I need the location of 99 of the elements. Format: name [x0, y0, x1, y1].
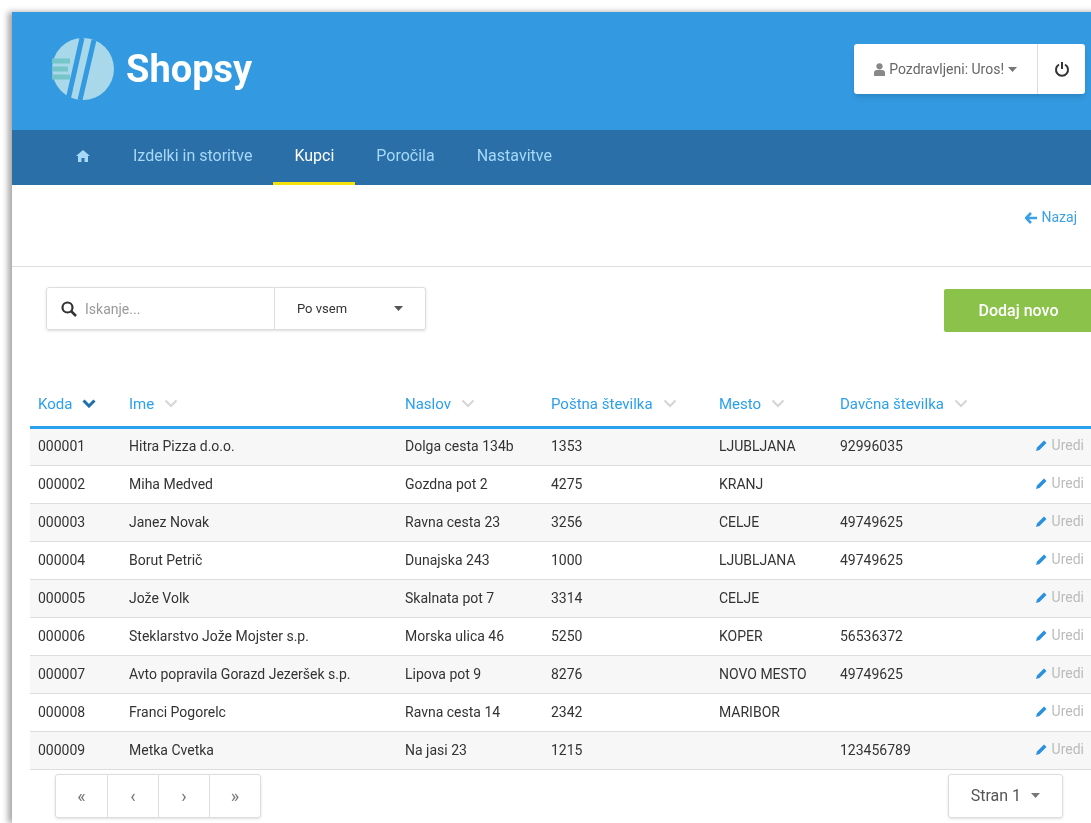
pencil-icon [1034, 439, 1048, 452]
edit-link[interactable]: Uredi [1034, 586, 1084, 608]
nav-tab[interactable]: Nastavitve [455, 130, 573, 185]
table-cell: Na jasi 23 [405, 741, 467, 758]
table-cell: 000007 [38, 665, 86, 682]
table-cell: 8276 [551, 665, 583, 682]
edit-link[interactable]: Uredi [1034, 548, 1084, 570]
table-cell: Ravna cesta 14 [405, 703, 501, 720]
table-cell: 000001 [38, 438, 86, 454]
pagination-button[interactable]: « [56, 774, 107, 817]
table-cell: LJUBLJANA [719, 438, 796, 454]
search-field[interactable]: Iskanje... [46, 287, 275, 330]
add-new-button[interactable]: Dodaj novo [944, 289, 1091, 332]
pencil-icon [1034, 476, 1048, 490]
pagination-button[interactable]: ‹ [107, 774, 158, 817]
edit-link[interactable]: Uredi [1034, 624, 1084, 646]
table-cell: 5250 [551, 627, 583, 644]
pencil-icon [1034, 704, 1048, 718]
user-icon [874, 62, 886, 76]
table-cell: 1215 [551, 741, 583, 758]
logo-icon [50, 36, 116, 102]
table-cell: Franci Pogorelc [129, 703, 226, 720]
table-cell: 2342 [551, 703, 583, 720]
table-cell: KRANJ [719, 475, 764, 492]
table-cell: Dolga cesta 134b [405, 438, 514, 454]
pencil-icon [1034, 628, 1048, 642]
edit-link[interactable]: Uredi [1034, 510, 1084, 532]
search-icon [61, 300, 77, 317]
edit-link[interactable]: Uredi [1034, 435, 1084, 456]
table-cell: 3314 [551, 589, 583, 606]
column-header[interactable]: Davčna številka [840, 392, 944, 415]
table-cell: 000009 [38, 741, 86, 758]
table-cell: Janez Novak [129, 513, 210, 530]
column-header[interactable]: Mesto [719, 392, 762, 415]
table-cell: Miha Medved [129, 475, 213, 492]
edit-link[interactable]: Uredi [1034, 472, 1084, 494]
table-cell: 3256 [551, 513, 583, 530]
pencil-icon [1034, 590, 1048, 604]
table-cell: Lipova pot 9 [405, 665, 482, 682]
table-cell: 000004 [38, 551, 86, 568]
table-cell: 1000 [551, 551, 583, 568]
home-icon [75, 149, 91, 163]
chevron-down-icon[interactable] [82, 399, 97, 409]
power-icon [1053, 61, 1070, 77]
table-cell: 56536372 [840, 627, 903, 644]
table-cell: Skalnata pot 7 [405, 589, 495, 606]
table-cell: NOVO MESTO [719, 665, 807, 682]
column-header[interactable]: Koda [38, 392, 73, 415]
table-cell: 000003 [38, 513, 86, 530]
table-cell: Borut Petrič [129, 551, 203, 568]
edit-link[interactable]: Uredi [1034, 738, 1084, 760]
table-cell: KOPER [719, 627, 763, 644]
table-cell: CELJE [719, 589, 760, 606]
nav-tab[interactable]: Kupci [273, 130, 356, 185]
table-cell: 92996035 [840, 438, 903, 454]
table-cell: 49749625 [840, 665, 903, 682]
table-cell: 49749625 [840, 551, 903, 568]
pencil-icon [1034, 514, 1048, 528]
column-header[interactable]: Ime [129, 392, 155, 415]
edit-link[interactable]: Uredi [1034, 700, 1084, 722]
pencil-icon [1034, 666, 1048, 680]
table-cell: Hitra Pizza d.o.o. [129, 438, 235, 454]
table-cell: 000005 [38, 589, 86, 606]
table-cell: CELJE [719, 513, 760, 530]
table-cell: Ravna cesta 23 [405, 513, 501, 530]
pencil-icon [1034, 552, 1048, 566]
caret-icon [394, 306, 403, 311]
search-input[interactable]: Iskanje... [85, 288, 255, 329]
arrow-left-icon [1025, 211, 1039, 224]
logo-text: Shopsy [126, 50, 253, 88]
pagination-button[interactable]: » [209, 774, 260, 817]
table-cell: Metka Cvetka [129, 741, 214, 758]
column-header[interactable]: Poštna številka [551, 392, 653, 415]
pencil-icon [1034, 742, 1048, 756]
back-link[interactable]: Nazaj [1041, 207, 1077, 228]
pagination-button[interactable]: › [158, 774, 209, 817]
table-cell: Gozdna pot 2 [405, 475, 488, 492]
table-cell: 000008 [38, 703, 86, 720]
edit-link[interactable]: Uredi [1034, 662, 1084, 684]
table-cell: Morska ulica 46 [405, 627, 505, 644]
table-cell: 000006 [38, 627, 86, 644]
table-cell: Avto popravila Gorazd Jezeršek s.p. [129, 665, 351, 682]
nav-tab[interactable]: Izdelki in storitve [112, 130, 274, 185]
table-cell: LJUBLJANA [719, 551, 796, 568]
table-cell: Dunajska 243 [405, 551, 490, 568]
table-cell: Jože Volk [129, 589, 190, 606]
table-cell: MARIBOR [719, 703, 780, 720]
column-header[interactable]: Naslov [405, 392, 451, 415]
table-cell: 1353 [551, 438, 583, 454]
page-dropdown[interactable]: Stran 1 [947, 773, 1063, 818]
caret-icon [1008, 66, 1017, 72]
nav-tab[interactable]: Poročila [355, 130, 456, 185]
table-cell: 49749625 [840, 513, 903, 530]
table-cell: Steklarstvo Jože Mojster s.p. [129, 627, 309, 644]
table-cell: 4275 [551, 475, 583, 492]
filter-dropdown[interactable]: Po vsem [275, 287, 426, 330]
table-cell: 000002 [38, 475, 86, 492]
table-cell: 123456789 [840, 741, 911, 758]
caret-icon [1031, 793, 1040, 798]
